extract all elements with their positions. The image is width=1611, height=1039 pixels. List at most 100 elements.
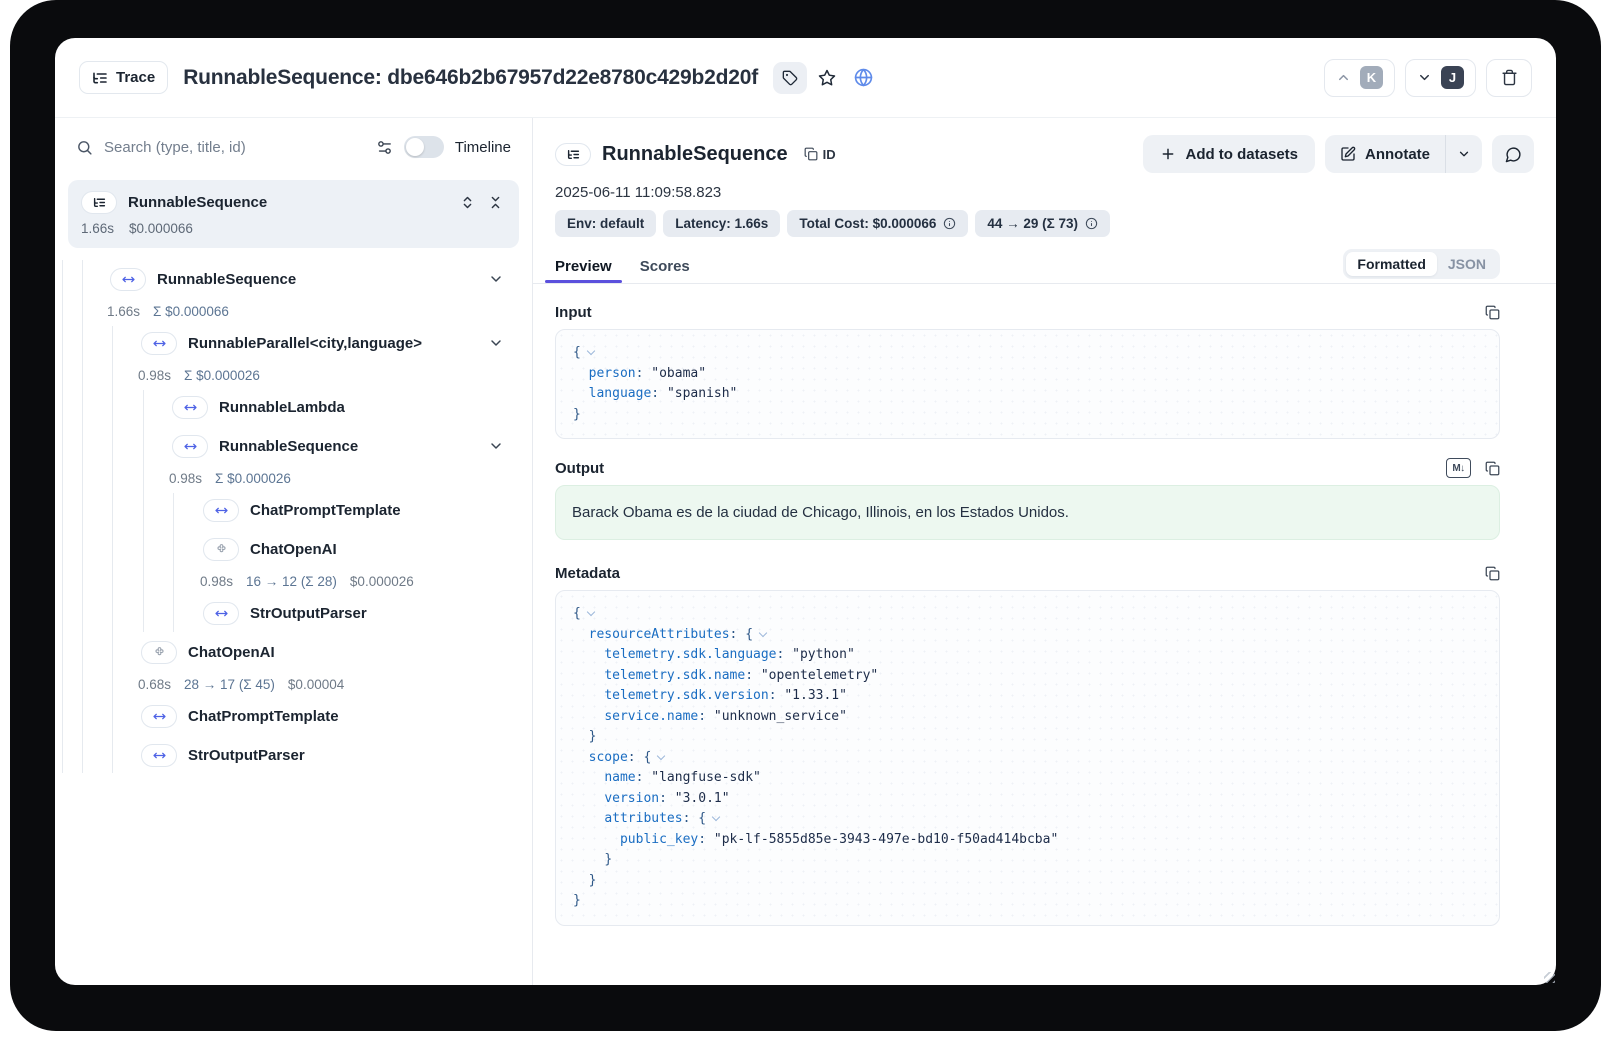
- filter-settings-icon[interactable]: [376, 139, 393, 156]
- tree-item-label: RunnableSequence: [157, 271, 296, 288]
- json-line: attributes: {: [573, 809, 1482, 830]
- detail-title: RunnableSequence: [602, 143, 788, 166]
- page: Trace RunnableSequence: dbe646b2b67957d2…: [0, 0, 1611, 1039]
- trace-root-item[interactable]: RunnableSequence 1.66s $0.000066: [68, 180, 519, 248]
- tree-item[interactable]: RunnableSequence: [55, 260, 532, 299]
- json-line: }: [573, 850, 1482, 871]
- span-icon: [203, 602, 239, 625]
- collapse-chevron-icon[interactable]: [587, 347, 595, 355]
- json-line: }: [573, 405, 1482, 426]
- stat-badge-text: Total Cost: $0.000066: [799, 216, 936, 231]
- tokens-value: Σ $0.000026: [215, 471, 291, 486]
- json-line: language: "spanish": [573, 384, 1482, 405]
- json-key: person: [589, 366, 636, 381]
- trash-icon: [1501, 69, 1518, 86]
- info-icon[interactable]: [943, 217, 956, 230]
- expand-all-icon[interactable]: [460, 195, 475, 210]
- json-line: service.name: "unknown_service": [573, 707, 1482, 728]
- collapse-chevron-icon[interactable]: [712, 813, 720, 821]
- timeline-toggle[interactable]: [404, 136, 444, 158]
- tree-item[interactable]: ChatOpenAI: [55, 633, 532, 672]
- duration-value: 1.66s: [107, 304, 140, 319]
- collapse-all-icon[interactable]: [488, 195, 503, 210]
- page-title: RunnableSequence: dbe646b2b67957d22e8780…: [183, 66, 758, 90]
- json-value: "3.0.1": [675, 791, 730, 806]
- nav-previous-button[interactable]: K: [1324, 59, 1395, 97]
- input-json-block: { person: "obama" language: "spanish"}: [555, 329, 1500, 439]
- edit-icon: [1340, 146, 1356, 162]
- tokens-value: Σ $0.000026: [184, 368, 260, 383]
- tokens-value: 16 → 12 (Σ 28): [246, 574, 337, 589]
- resize-grip[interactable]: [1544, 972, 1555, 983]
- add-to-datasets-button[interactable]: Add to datasets: [1143, 135, 1315, 173]
- duration-value: 0.98s: [200, 574, 233, 589]
- json-key: scope: [589, 750, 628, 765]
- stat-badge-text: Latency: 1.66s: [675, 216, 768, 231]
- json-value: "python": [792, 647, 855, 662]
- json-line: public_key: "pk-lf-5855d85e-3943-497e-bd…: [573, 830, 1482, 851]
- timestamp: 2025-06-11 11:09:58.823: [533, 173, 1556, 201]
- json-line: name: "langfuse-sdk": [573, 768, 1482, 789]
- annotate-label: Annotate: [1365, 146, 1430, 163]
- cost-value: $0.000026: [350, 574, 414, 589]
- json-key: telemetry.sdk.language: [604, 647, 776, 662]
- json-value: "pk-lf-5855d85e-3943-497e-bd10-f50ad414b…: [714, 832, 1058, 847]
- tree-item[interactable]: ChatOpenAI: [55, 530, 532, 569]
- format-json-option[interactable]: JSON: [1437, 252, 1497, 276]
- chevron-down-icon[interactable]: [488, 271, 504, 287]
- info-icon[interactable]: [1085, 217, 1098, 230]
- annotate-button-group: Annotate: [1325, 135, 1482, 173]
- json-value: "opentelemetry": [761, 668, 878, 683]
- metadata-json-block: { resourceAttributes: { telemetry.sdk.la…: [555, 590, 1500, 926]
- chevron-down-icon[interactable]: [488, 438, 504, 454]
- copy-icon: [1485, 305, 1500, 320]
- tree-item[interactable]: RunnableSequence: [55, 427, 532, 466]
- json-key: telemetry.sdk.name: [604, 668, 745, 683]
- chevron-down-icon[interactable]: [488, 335, 504, 351]
- tree-item-label: StrOutputParser: [250, 605, 367, 622]
- add-to-datasets-label: Add to datasets: [1185, 146, 1298, 163]
- json-value: "obama": [651, 366, 706, 381]
- tree-item-meta: 0.68s28 → 17 (Σ 45)$0.00004: [55, 672, 532, 697]
- format-formatted-option[interactable]: Formatted: [1346, 252, 1436, 276]
- collapse-chevron-icon[interactable]: [657, 751, 665, 759]
- shortcut-key-j: J: [1441, 66, 1464, 89]
- cost-value: $0.00004: [288, 677, 344, 692]
- delete-trace-button[interactable]: [1486, 59, 1532, 97]
- json-key: language: [589, 386, 652, 401]
- copy-metadata-button[interactable]: [1485, 566, 1500, 581]
- trace-root-duration: 1.66s: [81, 221, 114, 236]
- tree-item[interactable]: RunnableLambda: [55, 388, 532, 427]
- copy-output-button[interactable]: [1485, 461, 1500, 476]
- tree-item-meta: 0.98s 16 → 12 (Σ 28) $0.000026: [55, 569, 532, 594]
- tree-item[interactable]: StrOutputParser: [55, 594, 532, 633]
- tree-item-meta: 0.98sΣ $0.000026: [55, 466, 532, 491]
- nav-next-button[interactable]: J: [1405, 59, 1476, 97]
- copy-id-button[interactable]: ID: [804, 147, 836, 162]
- chevron-down-icon: [1417, 70, 1432, 85]
- copy-input-button[interactable]: [1485, 305, 1500, 320]
- copy-icon: [1485, 566, 1500, 581]
- tab-preview[interactable]: Preview: [555, 250, 612, 283]
- chevron-up-icon: [1336, 70, 1351, 85]
- duration-value: 0.98s: [138, 368, 171, 383]
- star-icon[interactable]: [811, 62, 843, 94]
- comment-button[interactable]: [1492, 135, 1534, 173]
- json-line: }: [573, 871, 1482, 892]
- tree-item[interactable]: StrOutputParser: [55, 736, 532, 775]
- tree-item[interactable]: ChatPromptTemplate: [55, 697, 532, 736]
- output-section-label: Output: [555, 460, 604, 477]
- search-input[interactable]: [104, 139, 365, 156]
- tree-item[interactable]: RunnableParallel<city,language>: [55, 324, 532, 363]
- tree-item[interactable]: ChatPromptTemplate: [55, 491, 532, 530]
- globe-icon[interactable]: [847, 62, 879, 94]
- tag-icon[interactable]: [773, 62, 807, 94]
- collapse-chevron-icon[interactable]: [759, 628, 767, 636]
- annotate-dropdown-button[interactable]: [1445, 135, 1482, 173]
- collapse-chevron-icon[interactable]: [587, 608, 595, 616]
- json-key: version: [604, 791, 659, 806]
- annotate-button[interactable]: Annotate: [1325, 135, 1445, 173]
- tab-scores[interactable]: Scores: [640, 250, 690, 283]
- markdown-toggle-icon[interactable]: M↓: [1446, 458, 1471, 478]
- json-line: resourceAttributes: {: [573, 625, 1482, 646]
